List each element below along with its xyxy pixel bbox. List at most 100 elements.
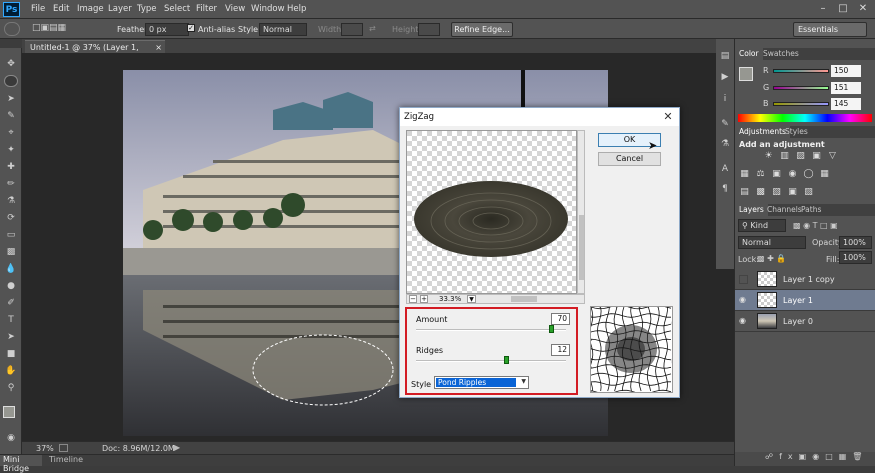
fill-input[interactable]: 100% — [839, 251, 872, 264]
menu-help[interactable]: Help — [287, 4, 306, 14]
filter-preview[interactable] — [406, 130, 577, 294]
layer-row[interactable]: Layer 1 copy — [735, 269, 875, 290]
maximize-icon[interactable]: □ — [834, 2, 852, 16]
ridges-input[interactable]: 12 — [551, 344, 570, 356]
eyedropper-tool-icon[interactable]: ✦ — [3, 144, 19, 156]
amount-slider-thumb[interactable] — [549, 325, 554, 333]
minimize-icon[interactable]: – — [814, 2, 832, 16]
tab-styles[interactable]: Styles — [781, 126, 812, 138]
brush-tool-icon[interactable]: ✏ — [3, 178, 19, 190]
tab-swatches[interactable]: Swatches — [759, 48, 803, 60]
vibrance-icon[interactable]: ▽ — [827, 151, 838, 161]
document-tab[interactable]: Untitled-1 @ 37% (Layer 1, RGB/8) * × — [25, 40, 165, 65]
r-value[interactable]: 150 — [831, 65, 861, 77]
history-icon[interactable]: ▤ — [719, 51, 731, 63]
hue-saturation-icon[interactable]: ▦ — [739, 169, 750, 179]
menu-image[interactable]: Image — [77, 4, 104, 14]
zoom-dropdown-icon[interactable]: ▼ — [467, 295, 476, 303]
paragraph-icon[interactable]: ¶ — [719, 184, 731, 196]
g-value[interactable]: 151 — [831, 82, 861, 94]
photo-filter-icon[interactable]: ◉ — [787, 169, 798, 179]
channel-mixer-icon[interactable]: ◯ — [803, 169, 814, 179]
brush-presets-icon[interactable]: ✎ — [719, 119, 731, 131]
feather-input[interactable]: 0 px — [145, 23, 189, 36]
menu-edit[interactable]: Edit — [53, 4, 69, 14]
clone-stamp-tool-icon[interactable]: ⚗ — [3, 195, 19, 207]
opacity-input[interactable]: 100% — [839, 236, 872, 249]
color-lookup-icon[interactable]: ▦ — [819, 169, 830, 179]
height-input[interactable] — [418, 23, 440, 36]
lock-icons[interactable]: ▩ ✚ 🔒 — [757, 254, 786, 263]
dialog-close-icon[interactable]: ✕ — [659, 108, 677, 126]
antialias-checkbox[interactable]: ✓ — [187, 24, 195, 32]
selective-color-icon[interactable]: ▣ — [787, 187, 798, 197]
cancel-button[interactable]: Cancel — [598, 152, 661, 166]
invert-icon[interactable]: ▤ — [739, 187, 750, 197]
blur-tool-icon[interactable]: 💧 — [3, 263, 19, 275]
b-value[interactable]: 145 — [831, 98, 861, 110]
posterize-icon[interactable]: ▩ — [755, 187, 766, 197]
g-slider[interactable] — [773, 86, 829, 90]
preview-scrollbar[interactable] — [577, 130, 585, 294]
layer-kind-filter[interactable]: ⚲ Kind — [738, 219, 786, 232]
menu-view[interactable]: View — [225, 4, 245, 14]
curves-icon[interactable]: ▨ — [795, 151, 806, 161]
quick-selection-tool-icon[interactable]: ✎ — [3, 110, 19, 122]
lasso-tool-icon[interactable]: ➤ — [3, 93, 19, 105]
close-icon[interactable]: ✕ — [854, 2, 872, 16]
menu-filter[interactable]: Filter — [196, 4, 217, 14]
layer-row-selected[interactable]: ◉ Layer 1 — [735, 290, 875, 311]
ridges-slider-thumb[interactable] — [504, 356, 509, 364]
mini-bridge-tab[interactable]: Mini Bridge — [0, 455, 42, 473]
path-selection-tool-icon[interactable]: ➤ — [3, 331, 19, 343]
color-balance-icon[interactable]: ⚖ — [755, 169, 766, 179]
gradient-tool-icon[interactable]: ▩ — [3, 246, 19, 258]
type-tool-icon[interactable]: T — [3, 314, 19, 326]
zoom-tool-icon[interactable]: ⚲ — [3, 382, 19, 394]
workspace-select[interactable]: Essentials — [793, 22, 867, 37]
doc-info-icon[interactable] — [59, 444, 68, 452]
status-menu-arrow-icon[interactable]: ▶ — [174, 443, 180, 452]
menu-type[interactable]: Type — [137, 4, 157, 14]
history-brush-tool-icon[interactable]: ⟳ — [3, 212, 19, 224]
color-foreground-swatch[interactable] — [739, 67, 753, 81]
zoom-out-button[interactable]: − — [409, 295, 417, 303]
menu-window[interactable]: Window — [251, 4, 285, 14]
style-dropdown[interactable]: Pond Ripples ▼ — [434, 376, 529, 389]
timeline-tab[interactable]: Timeline — [46, 455, 86, 466]
layer-name[interactable]: Layer 0 — [783, 317, 813, 326]
rectangle-tool-icon[interactable]: ■ — [3, 348, 19, 360]
layer-name[interactable]: Layer 1 — [783, 296, 813, 305]
crop-tool-icon[interactable]: ⌖ — [3, 127, 19, 139]
layer-name[interactable]: Layer 1 copy — [783, 275, 835, 284]
healing-brush-tool-icon[interactable]: ✚ — [3, 161, 19, 173]
exposure-icon[interactable]: ▣ — [811, 151, 822, 161]
zoom-level[interactable]: 37% — [36, 444, 54, 453]
menu-file[interactable]: File — [31, 4, 45, 14]
b-slider[interactable] — [773, 102, 829, 106]
clone-source-icon[interactable]: ⚗ — [719, 139, 731, 151]
width-input[interactable] — [341, 23, 363, 36]
menu-layer[interactable]: Layer — [108, 4, 132, 14]
scroll-thumb[interactable] — [579, 215, 584, 280]
brightness-icon[interactable]: ☀ — [763, 151, 774, 161]
eye-icon[interactable]: ◉ — [739, 295, 746, 304]
levels-icon[interactable]: ▥ — [779, 151, 790, 161]
blend-mode-select[interactable]: Normal — [738, 236, 806, 249]
eye-icon[interactable]: ◉ — [739, 316, 746, 325]
visibility-off-icon[interactable] — [739, 275, 748, 284]
foreground-color-swatch[interactable] — [3, 406, 15, 418]
horizontal-scroll-thumb[interactable] — [511, 296, 537, 302]
eraser-tool-icon[interactable]: ▭ — [3, 229, 19, 241]
selection-mode-icons[interactable]: □▣▤▦ — [32, 23, 77, 36]
info-icon[interactable]: i — [719, 94, 731, 106]
black-white-icon[interactable]: ▣ — [771, 169, 782, 179]
ridges-slider-track[interactable] — [416, 360, 566, 362]
amount-slider-track[interactable] — [416, 329, 566, 331]
ellipse-marquee-icon[interactable] — [4, 22, 20, 36]
zoom-in-button[interactable]: + — [420, 295, 428, 303]
color-ramp[interactable] — [738, 114, 872, 122]
layer-row[interactable]: ◉ Layer 0 — [735, 311, 875, 332]
gradient-map-icon[interactable]: ▨ — [803, 187, 814, 197]
amount-input[interactable]: 70 — [551, 313, 570, 325]
